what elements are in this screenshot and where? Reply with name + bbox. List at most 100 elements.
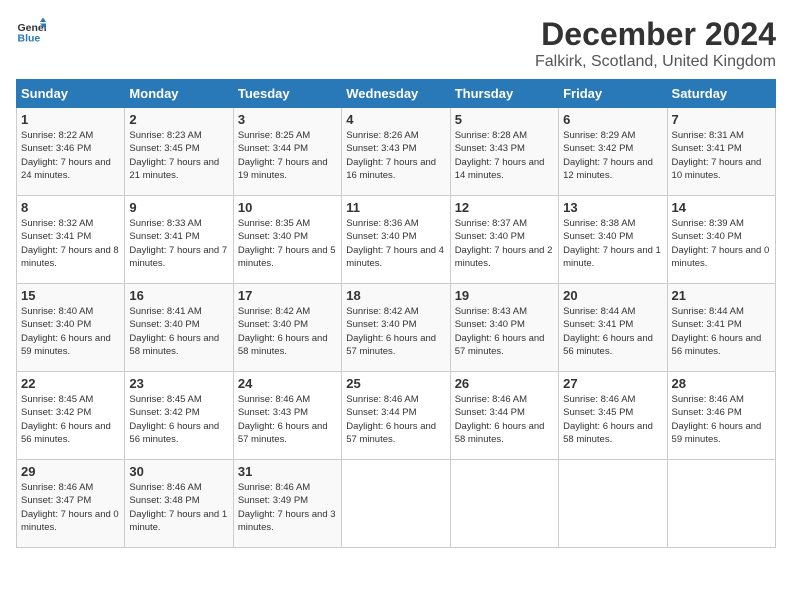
week-row-2: 8 Sunrise: 8:32 AMSunset: 3:41 PMDaylight… [17, 196, 776, 284]
calendar-cell [450, 460, 558, 548]
day-number: 16 [129, 288, 228, 303]
calendar-cell: 17 Sunrise: 8:42 AMSunset: 3:40 PMDayligh… [233, 284, 341, 372]
calendar-cell: 1 Sunrise: 8:22 AMSunset: 3:46 PMDaylight… [17, 108, 125, 196]
weekday-header-saturday: Saturday [667, 80, 775, 108]
calendar-cell: 30Sunrise: 8:46 AMSunset: 3:48 PMDayligh… [125, 460, 233, 548]
svg-text:Blue: Blue [18, 33, 41, 45]
day-info: Sunrise: 8:43 AMSunset: 3:40 PMDaylight:… [455, 305, 554, 358]
day-info: Sunrise: 8:33 AMSunset: 3:41 PMDaylight:… [129, 217, 228, 270]
day-number: 3 [238, 112, 337, 127]
day-info: Sunrise: 8:25 AMSunset: 3:44 PMDaylight:… [238, 129, 337, 182]
calendar-cell [667, 460, 775, 548]
calendar-cell: 2 Sunrise: 8:23 AMSunset: 3:45 PMDaylight… [125, 108, 233, 196]
day-info: Sunrise: 8:40 AMSunset: 3:40 PMDaylight:… [21, 305, 120, 358]
calendar-cell: 6 Sunrise: 8:29 AMSunset: 3:42 PMDaylight… [559, 108, 667, 196]
calendar-cell: 3 Sunrise: 8:25 AMSunset: 3:44 PMDaylight… [233, 108, 341, 196]
day-number: 26 [455, 376, 554, 391]
weekday-header-friday: Friday [559, 80, 667, 108]
day-info: Sunrise: 8:42 AMSunset: 3:40 PMDaylight:… [238, 305, 337, 358]
day-info: Sunrise: 8:45 AMSunset: 3:42 PMDaylight:… [129, 393, 228, 446]
day-info: Sunrise: 8:46 AMSunset: 3:44 PMDaylight:… [455, 393, 554, 446]
day-info: Sunrise: 8:37 AMSunset: 3:40 PMDaylight:… [455, 217, 554, 270]
day-info: Sunrise: 8:42 AMSunset: 3:40 PMDaylight:… [346, 305, 445, 358]
day-number: 11 [346, 200, 445, 215]
day-number: 7 [672, 112, 771, 127]
day-number: 6 [563, 112, 662, 127]
calendar-cell: 16Sunrise: 8:41 AMSunset: 3:40 PMDayligh… [125, 284, 233, 372]
weekday-header-monday: Monday [125, 80, 233, 108]
day-info: Sunrise: 8:29 AMSunset: 3:42 PMDaylight:… [563, 129, 662, 182]
day-number: 18 [346, 288, 445, 303]
day-number: 19 [455, 288, 554, 303]
day-info: Sunrise: 8:31 AMSunset: 3:41 PMDaylight:… [672, 129, 771, 182]
day-info: Sunrise: 8:26 AMSunset: 3:43 PMDaylight:… [346, 129, 445, 182]
day-number: 31 [238, 464, 337, 479]
day-info: Sunrise: 8:46 AMSunset: 3:47 PMDaylight:… [21, 481, 120, 534]
day-info: Sunrise: 8:44 AMSunset: 3:41 PMDaylight:… [563, 305, 662, 358]
day-number: 14 [672, 200, 771, 215]
calendar-cell: 13Sunrise: 8:38 AMSunset: 3:40 PMDayligh… [559, 196, 667, 284]
day-number: 10 [238, 200, 337, 215]
day-info: Sunrise: 8:46 AMSunset: 3:49 PMDaylight:… [238, 481, 337, 534]
day-info: Sunrise: 8:39 AMSunset: 3:40 PMDaylight:… [672, 217, 771, 270]
day-info: Sunrise: 8:46 AMSunset: 3:43 PMDaylight:… [238, 393, 337, 446]
day-info: Sunrise: 8:22 AMSunset: 3:46 PMDaylight:… [21, 129, 120, 182]
day-info: Sunrise: 8:32 AMSunset: 3:41 PMDaylight:… [21, 217, 120, 270]
day-info: Sunrise: 8:46 AMSunset: 3:46 PMDaylight:… [672, 393, 771, 446]
calendar-cell: 25 Sunrise: 8:46 AMSunset: 3:44 PMDayligh… [342, 372, 450, 460]
weekday-header-row: SundayMondayTuesdayWednesdayThursdayFrid… [17, 80, 776, 108]
calendar-cell: 18 Sunrise: 8:42 AMSunset: 3:40 PMDayligh… [342, 284, 450, 372]
day-number: 8 [21, 200, 120, 215]
weekday-header-sunday: Sunday [17, 80, 125, 108]
day-number: 1 [21, 112, 120, 127]
calendar-cell: 27 Sunrise: 8:46 AMSunset: 3:45 PMDayligh… [559, 372, 667, 460]
week-row-4: 22 Sunrise: 8:45 AMSunset: 3:42 PMDayligh… [17, 372, 776, 460]
calendar-cell [559, 460, 667, 548]
day-info: Sunrise: 8:44 AMSunset: 3:41 PMDaylight:… [672, 305, 771, 358]
day-number: 22 [21, 376, 120, 391]
calendar-cell: 4Sunrise: 8:26 AMSunset: 3:43 PMDaylight… [342, 108, 450, 196]
day-number: 2 [129, 112, 228, 127]
day-number: 20 [563, 288, 662, 303]
day-info: Sunrise: 8:23 AMSunset: 3:45 PMDaylight:… [129, 129, 228, 182]
calendar-cell: 24 Sunrise: 8:46 AMSunset: 3:43 PMDayligh… [233, 372, 341, 460]
day-info: Sunrise: 8:45 AMSunset: 3:42 PMDaylight:… [21, 393, 120, 446]
calendar-cell: 11 Sunrise: 8:36 AMSunset: 3:40 PMDayligh… [342, 196, 450, 284]
calendar-subtitle: Falkirk, Scotland, United Kingdom [535, 53, 776, 71]
title-area: December 2024 Falkirk, Scotland, United … [535, 16, 776, 71]
day-info: Sunrise: 8:38 AMSunset: 3:40 PMDaylight:… [563, 217, 662, 270]
calendar-cell: 7 Sunrise: 8:31 AMSunset: 3:41 PMDaylight… [667, 108, 775, 196]
calendar-cell: 9 Sunrise: 8:33 AMSunset: 3:41 PMDaylight… [125, 196, 233, 284]
logo-icon: General Blue [16, 16, 46, 46]
day-number: 12 [455, 200, 554, 215]
calendar-cell: 28 Sunrise: 8:46 AMSunset: 3:46 PMDayligh… [667, 372, 775, 460]
page-header: General Blue December 2024 Falkirk, Scot… [16, 16, 776, 71]
day-number: 9 [129, 200, 228, 215]
day-number: 15 [21, 288, 120, 303]
calendar-cell: 10 Sunrise: 8:35 AMSunset: 3:40 PMDayligh… [233, 196, 341, 284]
week-row-1: 1 Sunrise: 8:22 AMSunset: 3:46 PMDaylight… [17, 108, 776, 196]
weekday-header-wednesday: Wednesday [342, 80, 450, 108]
day-number: 28 [672, 376, 771, 391]
logo: General Blue [16, 16, 46, 46]
day-info: Sunrise: 8:35 AMSunset: 3:40 PMDaylight:… [238, 217, 337, 270]
calendar-cell: 19 Sunrise: 8:43 AMSunset: 3:40 PMDayligh… [450, 284, 558, 372]
day-info: Sunrise: 8:46 AMSunset: 3:44 PMDaylight:… [346, 393, 445, 446]
day-number: 27 [563, 376, 662, 391]
calendar-cell: 8 Sunrise: 8:32 AMSunset: 3:41 PMDaylight… [17, 196, 125, 284]
calendar-cell: 14 Sunrise: 8:39 AMSunset: 3:40 PMDayligh… [667, 196, 775, 284]
calendar-cell: 5Sunrise: 8:28 AMSunset: 3:43 PMDaylight… [450, 108, 558, 196]
week-row-5: 29Sunrise: 8:46 AMSunset: 3:47 PMDayligh… [17, 460, 776, 548]
day-info: Sunrise: 8:36 AMSunset: 3:40 PMDaylight:… [346, 217, 445, 270]
day-info: Sunrise: 8:46 AMSunset: 3:48 PMDaylight:… [129, 481, 228, 534]
calendar-cell: 22 Sunrise: 8:45 AMSunset: 3:42 PMDayligh… [17, 372, 125, 460]
day-number: 25 [346, 376, 445, 391]
calendar-cell: 12 Sunrise: 8:37 AMSunset: 3:40 PMDayligh… [450, 196, 558, 284]
day-number: 24 [238, 376, 337, 391]
calendar-cell: 26 Sunrise: 8:46 AMSunset: 3:44 PMDayligh… [450, 372, 558, 460]
weekday-header-thursday: Thursday [450, 80, 558, 108]
calendar-cell [342, 460, 450, 548]
day-number: 17 [238, 288, 337, 303]
calendar-cell: 20 Sunrise: 8:44 AMSunset: 3:41 PMDayligh… [559, 284, 667, 372]
day-info: Sunrise: 8:46 AMSunset: 3:45 PMDaylight:… [563, 393, 662, 446]
